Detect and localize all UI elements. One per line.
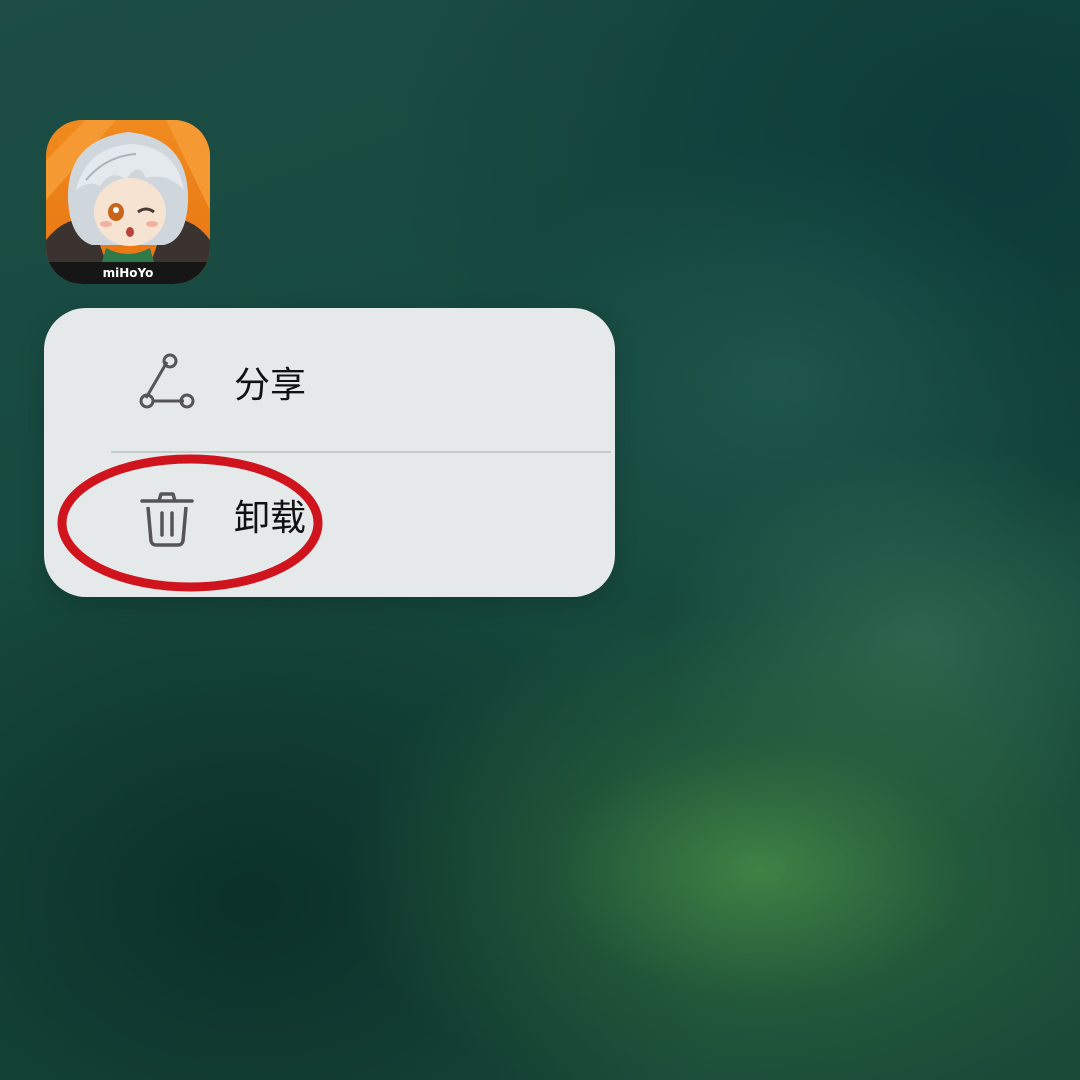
app-context-menu: 分享 卸载 — [44, 308, 615, 597]
share-menu-item[interactable]: 分享 — [44, 308, 615, 452]
share-icon — [139, 353, 195, 409]
uninstall-label: 卸载 — [234, 498, 307, 539]
anime-character-icon — [46, 120, 210, 262]
app-icon[interactable]: miHoYo — [46, 120, 210, 284]
share-label: 分享 — [234, 365, 307, 406]
uninstall-menu-item[interactable]: 卸载 — [44, 453, 615, 597]
trash-icon — [140, 492, 194, 547]
brand-label: miHoYo — [46, 262, 210, 284]
